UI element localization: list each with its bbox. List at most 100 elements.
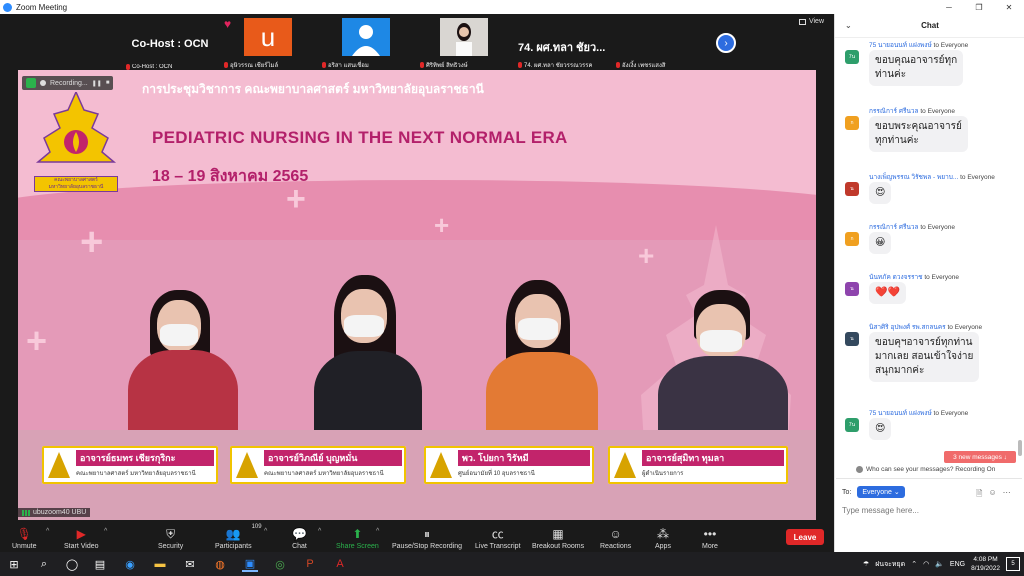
participant-tile[interactable]: 74. ผศ.ทลา ชัยว... 74. ผศ.ทลา ชัยวรรณวรร…: [514, 18, 610, 70]
task-view-icon[interactable]: ◯: [64, 556, 80, 572]
cc-icon: ㏄: [491, 527, 504, 541]
grid-icon: [798, 18, 806, 25]
view-button[interactable]: View: [798, 18, 824, 25]
avatar: ก: [845, 116, 859, 130]
participants-count: 109: [251, 524, 262, 530]
cross-decoration: +: [26, 320, 48, 361]
mic-muted-icon: [420, 62, 424, 68]
conference-date: 18 – 19 สิงหาคม 2565: [152, 168, 309, 185]
leave-button[interactable]: Leave: [786, 529, 824, 545]
view-label: View: [808, 18, 824, 25]
participant-tile[interactable]: ♥ u อุษิวรรณ เชียร์ไมล์: [220, 17, 316, 70]
zoom-app-icon: [3, 2, 12, 12]
unmute-button[interactable]: 🎙 Unmute: [12, 524, 37, 551]
chrome-icon[interactable]: ◎: [272, 556, 288, 572]
chat-message: น นิสาศิริ อุปพงศ์ รพ.สกลนคร to Everyone…: [845, 322, 1017, 398]
next-participants-button[interactable]: ›: [716, 33, 736, 53]
mic-muted-icon: [224, 62, 228, 68]
tray-expand-icon[interactable]: ⌃: [911, 560, 917, 568]
panelist-video: [128, 290, 248, 450]
chat-message: ก กรรณิการ์ ศรีนวล to Everyone 😀: [845, 222, 1017, 262]
who-can-see-link[interactable]: Who can see your messages? Recording On: [856, 466, 995, 473]
name-plaque: อาจารย์ธมทร เชียรกุริกะ คณะพยาบาลศาสตร์ …: [42, 446, 218, 484]
recording-label: Recording...: [50, 79, 88, 87]
stop-icon[interactable]: ■: [106, 80, 110, 86]
acrobat-icon[interactable]: A: [332, 556, 348, 572]
chat-message: ก กรรณิการ์ ศรีนวล to Everyone ขอบพระคุณ…: [845, 106, 1017, 162]
language-indicator[interactable]: ENG: [950, 561, 965, 568]
windows-start-icon[interactable]: ⊞: [6, 556, 22, 572]
message-sender: นางเพ็ญพรรณ วิรัชพล - พยาบ... to Everyon…: [869, 174, 995, 181]
recording-indicator[interactable]: Recording... ❚❚ ■: [22, 76, 114, 90]
firefox-icon[interactable]: ◍: [212, 556, 228, 572]
participant-tile[interactable]: อังเงิ้ง เพชรแสงสิ: [612, 18, 708, 70]
more-dots-icon[interactable]: ⋯: [1003, 488, 1011, 502]
chat-input[interactable]: Type message here...: [842, 506, 919, 515]
file-explorer-icon[interactable]: ▬: [152, 556, 168, 572]
participant-tile[interactable]: Co-Host : OCN Co-Host : OCN: [122, 18, 218, 70]
person-icon: [856, 466, 863, 473]
audio-options-caret[interactable]: ^: [46, 528, 49, 535]
minimize-button[interactable]: ─: [934, 0, 964, 14]
chat-options-caret[interactable]: ^: [318, 528, 321, 535]
security-button[interactable]: ⛨ Security: [158, 524, 183, 551]
edge-browser-icon[interactable]: ◉: [122, 556, 138, 572]
zoom-taskbar-icon[interactable]: ▣: [242, 556, 258, 572]
powerpoint-icon[interactable]: P: [302, 556, 318, 572]
participants-options-caret[interactable]: ^: [264, 528, 267, 535]
avatar: 7น: [845, 50, 859, 64]
mic-muted-icon: [518, 62, 522, 68]
pause-icon[interactable]: ❚❚: [92, 80, 102, 87]
live-transcript-button[interactable]: ㏄ Live Transcript: [475, 524, 521, 551]
window-controls: ─ ❐ ✕: [934, 0, 1024, 14]
participant-tile[interactable]: ศิริทิพย์ สิทธิวงษ์: [416, 18, 512, 70]
start-video-button[interactable]: ▶ Start Video: [64, 524, 99, 551]
recipient-select[interactable]: Everyone ⌄: [857, 486, 905, 498]
new-messages-button[interactable]: 3 new messages ↓: [944, 451, 1016, 463]
network-icon[interactable]: ◠: [923, 560, 929, 568]
widgets-icon[interactable]: ▤: [92, 556, 108, 572]
restore-button[interactable]: ❐: [964, 0, 994, 14]
window-title: Zoom Meeting: [16, 2, 68, 12]
search-icon[interactable]: ⌕: [36, 556, 52, 572]
participant-tile[interactable]: อริสา แสนเชื่อม: [318, 18, 414, 70]
participant-name: อังเงิ้ง เพชรแสงสิ: [616, 60, 708, 70]
apps-button[interactable]: ⁂ Apps: [655, 524, 671, 551]
pause-recording-button[interactable]: ⏸ Pause/Stop Recording: [392, 524, 462, 551]
security-shield-icon: [26, 78, 36, 88]
chat-tools: 🗎 ☺ ⋯: [976, 488, 1011, 502]
people-icon: 👥: [225, 527, 241, 541]
close-button[interactable]: ✕: [994, 0, 1024, 14]
share-options-caret[interactable]: ^: [376, 528, 379, 535]
message-sender: 75 นายอนนท์ แฝงพงษ์ to Everyone: [869, 410, 969, 417]
notification-icon[interactable]: 5: [1006, 557, 1020, 571]
more-button[interactable]: ••• More: [702, 524, 718, 551]
emblem-icon: [430, 452, 452, 478]
participants-button[interactable]: 👥 109 Participants: [215, 524, 262, 550]
weather-status[interactable]: ฝนจะหยุด: [875, 559, 905, 570]
chat-messages[interactable]: 7น 75 นายอนนท์ แฝงพงษ์ to Everyone ขอบคุ…: [835, 38, 1019, 466]
speaker-icon[interactable]: 🔈: [935, 560, 944, 568]
meeting-toolbar: 🎙 Unmute ^ ▶ Start Video ^ ⛨ Security 👥 …: [0, 522, 834, 552]
logo-caption: คณะพยาบาลศาสตร์ มหาวิทยาลัยอุบลราชธานี: [34, 176, 118, 192]
reactions-button[interactable]: ☺ Reactions: [600, 524, 631, 551]
participant-name: ศิริทิพย์ สิทธิวงษ์: [420, 60, 512, 70]
avatar: น: [845, 332, 859, 346]
weather-icon[interactable]: ☂: [863, 560, 869, 568]
file-icon[interactable]: 🗎: [976, 488, 982, 502]
video-options-caret[interactable]: ^: [104, 528, 107, 535]
chat-scrollbar[interactable]: [1018, 440, 1022, 456]
mail-icon[interactable]: ✉: [182, 556, 198, 572]
panelist-video: [482, 280, 602, 452]
pause-stop-icon: ⏸: [424, 527, 431, 541]
chevron-down-icon[interactable]: ⌄: [845, 21, 852, 30]
emoji-icon[interactable]: ☺: [988, 488, 996, 502]
clock[interactable]: 4:08 PM 8/19/2022: [971, 555, 1000, 573]
mic-muted-icon: [322, 62, 326, 68]
share-screen-button[interactable]: ⬆ Share Screen: [336, 524, 379, 551]
video-off-icon: ▶: [76, 527, 86, 541]
avatar: น: [845, 282, 859, 296]
breakout-rooms-button[interactable]: ▦ Breakout Rooms: [532, 524, 584, 551]
chat-button[interactable]: 💬 Chat: [292, 524, 307, 551]
chat-message: 7น 75 นายอนนท์ แฝงพงษ์ to Everyone ขอบคุ…: [845, 40, 1017, 96]
